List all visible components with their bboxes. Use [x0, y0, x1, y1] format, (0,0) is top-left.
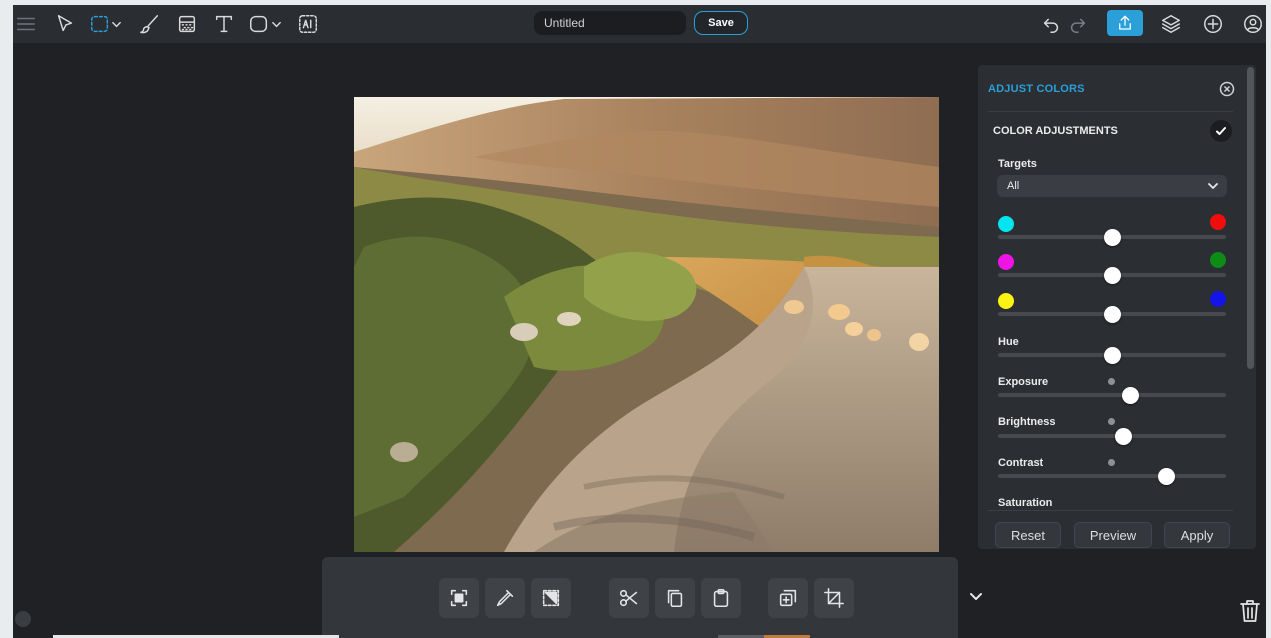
panel-close-button[interactable] — [1219, 81, 1235, 97]
contrast-slider-thumb[interactable] — [1158, 468, 1176, 485]
hamburger-menu-icon[interactable] — [13, 11, 39, 37]
save-button[interactable]: Save — [694, 11, 748, 35]
eyedropper-button[interactable] — [485, 578, 525, 618]
export-button[interactable] — [1107, 10, 1143, 36]
brightness-label: Brightness — [998, 416, 1056, 428]
reset-button[interactable]: Reset — [995, 522, 1061, 548]
saturation-label: Saturation — [998, 497, 1053, 509]
shape-options-chevron-icon[interactable] — [269, 11, 283, 37]
chevron-down-icon — [970, 593, 982, 600]
exposure-label: Exposure — [998, 376, 1049, 388]
landscape-photo-graphic — [354, 97, 939, 552]
duplicate-layer-button[interactable] — [768, 578, 808, 618]
top-toolbar: Save — [13, 5, 1266, 43]
yellow-swatch — [998, 293, 1014, 309]
contrast-slider-track[interactable] — [998, 474, 1226, 478]
canvas-photo[interactable] — [354, 97, 939, 552]
copy-icon — [667, 589, 683, 608]
delete-button[interactable] — [1238, 598, 1262, 624]
confirm-adjustments-button[interactable] — [1210, 120, 1232, 142]
magenta-swatch — [998, 254, 1014, 270]
paste-button[interactable] — [701, 578, 741, 618]
undo-icon[interactable] — [1038, 11, 1064, 37]
yellow-blue-slider-thumb[interactable] — [1103, 306, 1121, 323]
ai-tool-icon[interactable] — [295, 11, 321, 37]
green-swatch — [1210, 252, 1226, 268]
cyan-swatch — [998, 216, 1014, 232]
adjust-colors-panel: ADJUST COLORS COLOR ADJUSTMENTS Targets … — [978, 65, 1256, 549]
targets-label: Targets — [998, 158, 1037, 170]
exposure-slider-track[interactable] — [998, 393, 1226, 397]
add-layer-icon — [779, 589, 797, 607]
crop-button[interactable] — [814, 578, 854, 618]
brightness-slider-track[interactable] — [998, 434, 1226, 438]
eyedropper-icon — [496, 589, 514, 607]
red-swatch — [1210, 214, 1226, 230]
select-all-icon — [450, 589, 468, 607]
add-circle-icon[interactable] — [1200, 11, 1226, 37]
targets-select[interactable]: All — [997, 175, 1227, 197]
invert-selection-button[interactable] — [531, 578, 571, 618]
contrast-default-marker — [1108, 459, 1115, 466]
editor-app: Save — [13, 5, 1266, 638]
close-circle-icon — [1219, 81, 1235, 97]
document-title-input[interactable] — [534, 11, 686, 35]
contrast-label: Contrast — [998, 457, 1044, 469]
magenta-green-slider-thumb[interactable] — [1103, 267, 1121, 284]
chevron-down-icon — [1207, 180, 1219, 192]
panel-scrollbar[interactable] — [1246, 65, 1255, 549]
share-upload-icon — [1119, 15, 1131, 30]
panel-divider — [988, 111, 1233, 112]
select-pointer-icon[interactable] — [52, 11, 78, 37]
cyan-red-slider-thumb[interactable] — [1103, 229, 1121, 246]
targets-selected-value: All — [1007, 180, 1020, 192]
preview-button[interactable]: Preview — [1074, 522, 1152, 548]
crop-icon — [824, 588, 844, 608]
check-icon — [1216, 127, 1226, 135]
blue-swatch — [1210, 291, 1226, 307]
brightness-default-marker — [1108, 418, 1115, 425]
color-adjustments-title: COLOR ADJUSTMENTS — [993, 125, 1118, 137]
status-indicator — [15, 611, 31, 627]
gradient-fill-icon[interactable] — [174, 11, 200, 37]
copy-button[interactable] — [655, 578, 695, 618]
collapse-toolbar-button[interactable] — [968, 588, 984, 604]
layers-icon[interactable] — [1158, 11, 1184, 37]
panel-scrollbar-thumb[interactable] — [1247, 67, 1254, 369]
hue-label: Hue — [998, 336, 1019, 348]
cut-button[interactable] — [609, 578, 649, 618]
invert-selection-icon — [542, 589, 560, 607]
bottom-toolbar — [322, 557, 958, 638]
panel-divider — [988, 510, 1233, 511]
exposure-slider-thumb[interactable] — [1121, 387, 1139, 404]
user-account-icon[interactable] — [1240, 11, 1266, 37]
hue-slider-thumb[interactable] — [1103, 347, 1121, 364]
exposure-default-marker — [1108, 378, 1115, 385]
clipboard-icon — [713, 588, 729, 608]
brightness-slider-thumb[interactable] — [1114, 428, 1132, 445]
brush-icon[interactable] — [137, 11, 163, 37]
trash-icon — [1240, 600, 1260, 622]
apply-button[interactable]: Apply — [1164, 522, 1230, 548]
panel-title: ADJUST COLORS — [988, 83, 1085, 95]
redo-icon[interactable] — [1065, 11, 1091, 37]
select-all-button[interactable] — [439, 578, 479, 618]
marquee-options-chevron-icon[interactable] — [109, 11, 123, 37]
scissors-icon — [619, 589, 638, 607]
text-tool-icon[interactable] — [211, 11, 237, 37]
